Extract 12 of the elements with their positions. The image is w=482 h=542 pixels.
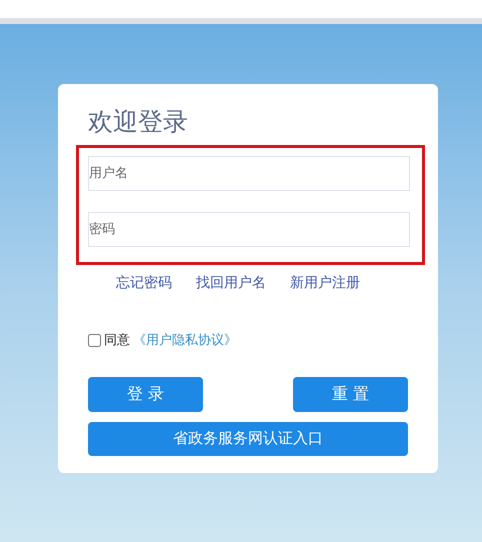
privacy-agreement-link[interactable]: 《用户隐私协议》 — [133, 331, 237, 350]
login-title: 欢迎登录 — [88, 106, 188, 138]
account-link[interactable]: 找回用户名 — [196, 273, 266, 294]
account-link[interactable]: 新用户注册 — [290, 273, 360, 294]
agree-label: 同意 — [104, 332, 130, 350]
agree-checkbox[interactable] — [88, 334, 101, 348]
account-link[interactable]: 忘记密码 — [116, 273, 172, 294]
login-button[interactable]: 登 录 — [88, 376, 203, 412]
text-input-field[interactable]: 密码 — [88, 212, 410, 247]
text-input-field[interactable]: 用户名 — [88, 156, 410, 191]
gov-auth-button[interactable]: 省政务服务网认证入口 — [88, 422, 408, 456]
reset-button[interactable]: 重 置 — [293, 376, 408, 412]
